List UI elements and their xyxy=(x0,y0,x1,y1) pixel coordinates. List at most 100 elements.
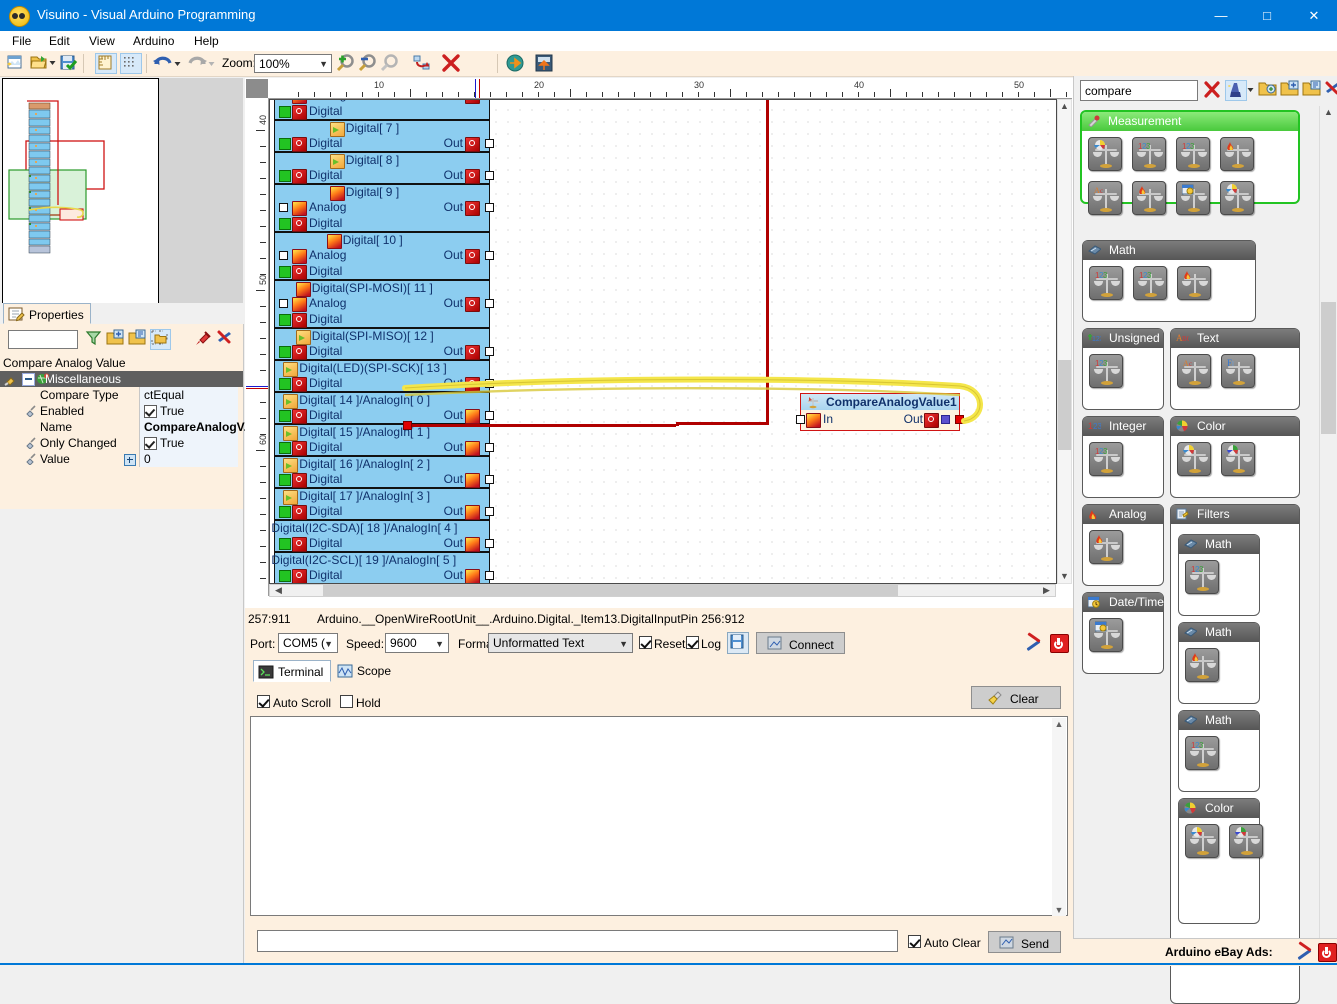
wire-bend[interactable] xyxy=(676,422,679,426)
pin-out-blue[interactable] xyxy=(941,415,950,424)
toolbox-category-header[interactable]: Color xyxy=(1171,417,1299,436)
node-digital-pin[interactable]: Digital[ 10 ]AnalogOutDigital xyxy=(274,232,490,280)
zoom-reset-icon[interactable] xyxy=(379,53,401,74)
property-row-value[interactable]: Value 0 xyxy=(0,451,243,467)
zoom-in-icon[interactable] xyxy=(335,53,357,74)
wizard-dropdown-icon[interactable] xyxy=(1246,80,1255,101)
new-icon[interactable] xyxy=(5,53,27,74)
tab-terminal[interactable]: Terminal xyxy=(253,660,331,682)
pin-connected-green[interactable] xyxy=(279,138,291,150)
pin-connected-green[interactable] xyxy=(279,170,291,182)
toolbox-category-header[interactable]: Measurement xyxy=(1082,112,1298,131)
menu-file[interactable]: File xyxy=(5,33,38,49)
speed-select[interactable]: 9600 ▼ xyxy=(385,633,449,653)
property-checkbox[interactable] xyxy=(144,405,157,418)
pin-unconnected[interactable] xyxy=(279,203,288,212)
terminal-output[interactable]: ▲ ▼ xyxy=(250,716,1068,916)
terminal-scrollbar[interactable]: ▲ ▼ xyxy=(1052,718,1066,916)
toolbox-category[interactable]: Math xyxy=(1178,622,1260,704)
property-row-enabled[interactable]: Enabled True xyxy=(0,403,243,419)
toolbox-category[interactable]: Math 123 xyxy=(1178,710,1260,792)
toolbox-category-header[interactable]: Date/Time xyxy=(1083,593,1163,612)
pin-connected-green[interactable] xyxy=(279,314,291,326)
zoom-select[interactable]: 100% ▼ xyxy=(254,54,332,73)
hold-checkbox[interactable] xyxy=(340,695,353,708)
toolbox-category-header[interactable]: Analog xyxy=(1083,505,1163,524)
scroll-up-icon[interactable]: ▲ xyxy=(1058,101,1071,111)
toolbox-scrollbar[interactable]: ▲ ▼ xyxy=(1319,106,1337,966)
toolbox-component-compare-value-2[interactable]: 123 xyxy=(1176,137,1210,171)
power-icon[interactable] xyxy=(1050,634,1069,653)
menu-help[interactable]: Help xyxy=(187,33,226,49)
toolbox-category-header[interactable]: Filters xyxy=(1171,505,1299,524)
toolbox-category-header[interactable]: ABCText xyxy=(1171,329,1299,348)
tab-scope[interactable]: Scope xyxy=(333,660,399,682)
scroll-up-icon[interactable]: ▲ xyxy=(1321,107,1336,117)
pin-connected-green[interactable] xyxy=(279,538,291,550)
toolbox-component-math-compare-1[interactable]: 123 xyxy=(1089,266,1123,300)
toolbox-category-header[interactable]: 123Integer xyxy=(1083,417,1163,436)
node-digital-pin[interactable]: Digital[ 8 ]DigitalOut xyxy=(274,152,490,184)
pin-out-connected[interactable] xyxy=(403,421,412,430)
pin-out[interactable] xyxy=(485,203,494,212)
pin-unconnected[interactable] xyxy=(279,251,288,260)
collapse-all-icon[interactable] xyxy=(1302,80,1324,101)
pin-icon[interactable] xyxy=(194,329,215,350)
zoom-out-icon[interactable] xyxy=(357,53,379,74)
scroll-down-icon[interactable]: ▼ xyxy=(1052,905,1066,915)
toolbox-category-header[interactable]: Math xyxy=(1179,711,1259,730)
pin-out[interactable] xyxy=(485,251,494,260)
pin-out[interactable] xyxy=(485,475,494,484)
pin-connected-green[interactable] xyxy=(279,346,291,358)
filter-icon[interactable] xyxy=(84,329,105,350)
tools-icon[interactable] xyxy=(1026,635,1043,650)
port-select[interactable]: COM5 ( ▼ xyxy=(278,633,338,653)
upload-icon[interactable] xyxy=(533,53,555,74)
pin-out[interactable] xyxy=(485,139,494,148)
wire-to-compare-in[interactable] xyxy=(410,424,676,427)
node-digital-pin[interactable]: Digital(SPI-MOSI)[ 11 ]AnalogOutDigital xyxy=(274,280,490,328)
pin-connected-green[interactable] xyxy=(279,266,291,278)
toolbox-category-header[interactable]: Color xyxy=(1179,799,1259,818)
property-filter-input[interactable] xyxy=(8,330,78,349)
tools-icon[interactable] xyxy=(1297,944,1314,959)
toolbox-component-datetime-compare[interactable] xyxy=(1089,618,1123,652)
pin-connected-green[interactable] xyxy=(279,378,291,390)
power-icon[interactable] xyxy=(1318,943,1337,962)
canvas-vscrollbar[interactable]: ▲ ▼ xyxy=(1057,99,1072,584)
toolbox-component-math-compare-2[interactable]: 123 xyxy=(1133,266,1167,300)
redo-icon[interactable] xyxy=(186,53,208,74)
open-dropdown-icon[interactable] xyxy=(48,53,57,74)
auto-scroll-checkbox[interactable] xyxy=(257,695,270,708)
horizontal-ruler[interactable]: 10 20 30 40 50 xyxy=(268,79,1072,99)
menu-view[interactable]: View xyxy=(82,33,122,49)
pin-connected-green[interactable] xyxy=(279,410,291,422)
node-digital-pin[interactable]: Digital[ 14 ]/AnalogIn[ 0 ]DigitalOut xyxy=(274,392,490,424)
maximize-button[interactable]: □ xyxy=(1244,0,1290,31)
node-digital-pin[interactable]: AnalogOutDigital xyxy=(274,99,490,120)
toolbox-component-color-compare-2[interactable] xyxy=(1221,442,1255,476)
pin-out[interactable] xyxy=(485,411,494,420)
menu-arduino[interactable]: Arduino xyxy=(126,33,181,49)
diagram-canvas[interactable]: AnalogOutDigitalDigital[ 7 ]DigitalOutDi… xyxy=(269,99,1057,584)
toolbox-component-compare-value-1[interactable]: 123 xyxy=(1132,137,1166,171)
show-ruler-icon[interactable] xyxy=(95,53,117,74)
scroll-right-icon[interactable]: ▶ xyxy=(1040,585,1053,596)
toolbox-component-analog-compare[interactable] xyxy=(1089,530,1123,564)
toolbox-category[interactable]: Color xyxy=(1178,798,1260,924)
redo-dropdown-icon[interactable] xyxy=(207,53,216,74)
property-row-compare-type[interactable]: Compare Type ctEqual xyxy=(0,387,243,403)
sort-alpha-icon[interactable] xyxy=(128,329,149,350)
pin-unconnected[interactable] xyxy=(279,99,288,100)
toolbox-category[interactable]: Math 123 123 xyxy=(1082,240,1256,322)
toolbox-search-input[interactable]: compare xyxy=(1080,80,1198,101)
delete-icon[interactable] xyxy=(440,53,462,74)
select-folder-icon[interactable] xyxy=(150,329,171,350)
node-digital-pin[interactable]: Digital(LED)(SPI-SCK)[ 13 ]DigitalOut xyxy=(274,360,490,392)
toolbox-category[interactable]: Math123 xyxy=(1178,534,1260,616)
toolbox-category[interactable]: Date/Time xyxy=(1082,592,1164,674)
compile-icon[interactable] xyxy=(504,53,526,74)
toolbox-component-filters-math-compare-3[interactable]: 123 xyxy=(1185,736,1219,770)
auto-clear-checkbox[interactable] xyxy=(908,935,921,948)
toolbox-category-header[interactable]: Math xyxy=(1083,241,1255,260)
